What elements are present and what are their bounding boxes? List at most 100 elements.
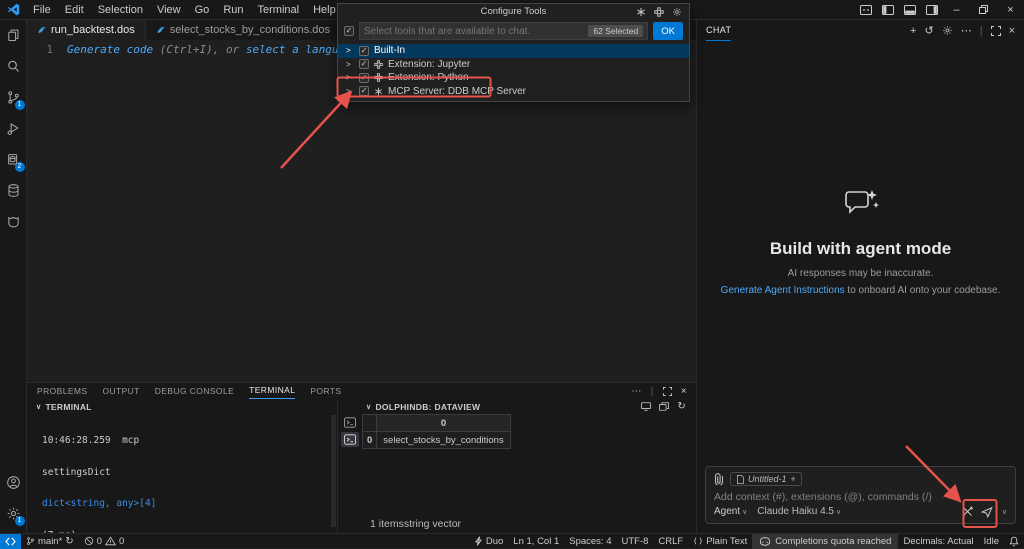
send-options-chevron-icon[interactable]: ∨ <box>1002 508 1007 516</box>
owl-extension-icon[interactable] <box>0 206 27 237</box>
explorer-icon[interactable] <box>0 20 27 51</box>
remote-indicator[interactable] <box>0 534 21 549</box>
built-in-checkbox[interactable]: ✓ <box>359 46 369 56</box>
dataview-table[interactable]: 0 0 select_stocks_by_conditions <box>362 414 511 449</box>
chat-settings-gear-icon[interactable] <box>942 25 953 36</box>
agent-mode-dropdown[interactable]: Agent∨ <box>714 506 747 517</box>
menu-run[interactable]: Run <box>216 0 250 20</box>
chat-more-icon[interactable]: ⋯ <box>961 24 972 37</box>
menu-edit[interactable]: Edit <box>58 0 91 20</box>
tab-ports[interactable]: PORTS <box>310 384 341 399</box>
dataview-item-icon-selected[interactable] <box>341 432 359 447</box>
toggle-sidebar-right-icon[interactable] <box>921 0 943 20</box>
settings-gear-icon[interactable]: 1 <box>0 498 27 529</box>
tab-terminal[interactable]: TERMINAL <box>249 383 295 399</box>
chat-sparkle-icon <box>841 188 881 220</box>
jupyter-checkbox[interactable]: ✓ <box>359 59 369 69</box>
menu-selection[interactable]: Selection <box>91 0 150 20</box>
tab-select-stocks[interactable]: select_stocks_by_conditions.dos <box>146 20 341 40</box>
db-extension-icon[interactable]: 2 <box>0 144 27 175</box>
eol-status[interactable]: CRLF <box>653 536 688 547</box>
refresh-icon[interactable]: ↻ <box>677 401 686 412</box>
idle-status[interactable]: Idle <box>979 536 1004 547</box>
tools-filter-input[interactable] <box>364 26 588 37</box>
chevron-right-icon[interactable]: > <box>346 46 354 55</box>
tab-run-backtest[interactable]: run_backtest.dos <box>27 20 146 40</box>
table-row[interactable]: 0 select_stocks_by_conditions <box>363 432 511 449</box>
tool-group-python[interactable]: > ✓ Extension: Python <box>338 71 689 85</box>
menu-terminal[interactable]: Terminal <box>251 0 307 20</box>
chevron-right-icon[interactable]: > <box>346 60 354 69</box>
decimals-status[interactable]: Decimals: Actual <box>898 536 978 547</box>
file-icon <box>736 475 744 484</box>
context-file-pill[interactable]: Untitled-1 + <box>730 472 802 486</box>
generate-agent-instructions-link[interactable]: Generate Agent Instructions <box>721 285 845 296</box>
add-context-file-icon[interactable]: + <box>791 474 796 484</box>
select-all-checkbox[interactable]: ✓ <box>344 26 354 36</box>
branch-status[interactable]: main* ↻ <box>21 536 79 547</box>
cursor-position-status[interactable]: Ln 1, Col 1 <box>508 536 564 547</box>
run-debug-icon[interactable] <box>0 113 27 144</box>
customize-layout-icon[interactable] <box>855 0 877 20</box>
tab-debug-console[interactable]: DEBUG CONSOLE <box>155 384 234 399</box>
gear-icon[interactable] <box>672 7 682 17</box>
welcome-subtitle: AI responses may be inaccurate. <box>697 268 1024 279</box>
indentation-status[interactable]: Spaces: 4 <box>564 536 616 547</box>
search-icon[interactable] <box>0 51 27 82</box>
toggle-panel-icon[interactable] <box>899 0 921 20</box>
language-mode-status[interactable]: Plain Text <box>688 536 752 547</box>
minimize-button[interactable]: – <box>943 0 970 20</box>
chat-input-placeholder[interactable]: Add context (#), extensions (@), command… <box>714 491 1007 503</box>
mcp-servers-icon[interactable] <box>636 7 646 17</box>
tool-group-built-in[interactable]: > ✓ Built-In <box>338 44 689 58</box>
source-control-icon[interactable]: 1 <box>0 82 27 113</box>
split-view-icon[interactable] <box>659 402 669 411</box>
copilot-status[interactable]: Completions quota reached <box>752 534 898 549</box>
tab-problems[interactable]: PROBLEMS <box>37 384 87 399</box>
dataview-item-icon[interactable] <box>341 415 359 430</box>
chevron-right-icon[interactable]: > <box>346 73 354 82</box>
chat-maximize-icon[interactable] <box>991 26 1001 36</box>
menu-go[interactable]: Go <box>188 0 217 20</box>
attach-context-icon[interactable] <box>714 473 724 485</box>
encoding-status[interactable]: UTF-8 <box>617 536 654 547</box>
restore-button[interactable] <box>970 0 997 20</box>
tab-output[interactable]: OUTPUT <box>102 384 139 399</box>
chat-close-icon[interactable]: × <box>1009 25 1015 37</box>
model-picker-dropdown[interactable]: Claude Haiku 4.5∨ <box>757 506 841 517</box>
send-icon[interactable] <box>981 506 993 518</box>
menu-file[interactable]: File <box>26 0 58 20</box>
duo-status[interactable]: Duo <box>469 536 508 547</box>
mcp-checkbox[interactable]: ✓ <box>359 86 369 96</box>
dataview-tab-strip <box>338 413 362 533</box>
tool-group-mcp-ddb[interactable]: > ✓ MCP Server: DDB MCP Server <box>338 85 689 99</box>
chat-tab[interactable]: CHAT <box>706 21 731 41</box>
ok-button[interactable]: OK <box>653 22 683 40</box>
terminal-scrollbar[interactable] <box>331 415 336 527</box>
chat-history-icon[interactable]: ↺ <box>924 24 933 37</box>
tool-group-jupyter[interactable]: > ✓ Extension: Jupyter <box>338 58 689 72</box>
panel-maximize-icon[interactable] <box>663 387 672 396</box>
extensions-icon[interactable] <box>654 7 664 17</box>
chat-input-box[interactable]: Untitled-1 + Add context (#), extensions… <box>705 466 1016 524</box>
terminal-output[interactable]: 10:46:28.259 mcp settingsDict dict<strin… <box>42 415 327 533</box>
database-icon[interactable] <box>0 175 27 206</box>
new-chat-icon[interactable]: + <box>910 25 916 37</box>
close-window-button[interactable]: × <box>997 0 1024 20</box>
problems-status[interactable]: 0 0 <box>79 536 130 547</box>
account-icon[interactable] <box>0 467 27 498</box>
chevron-down-icon[interactable]: ∨ <box>366 403 371 411</box>
row-value: select_stocks_by_conditions <box>377 432 510 449</box>
chevron-right-icon[interactable]: > <box>346 87 354 96</box>
python-checkbox[interactable]: ✓ <box>359 73 369 83</box>
open-in-window-icon[interactable] <box>641 402 651 411</box>
chevron-down-icon[interactable]: ∨ <box>36 403 41 411</box>
notifications-bell-icon[interactable] <box>1004 536 1024 547</box>
panel-close-icon[interactable]: × <box>681 386 687 397</box>
toggle-sidebar-left-icon[interactable] <box>877 0 899 20</box>
duo-icon <box>474 536 483 546</box>
panel-more-icon[interactable]: ⋯ <box>631 386 641 397</box>
configure-tools-icon[interactable] <box>961 505 974 518</box>
menu-view[interactable]: View <box>150 0 188 20</box>
activity-bar: 1 2 1 <box>0 20 27 533</box>
